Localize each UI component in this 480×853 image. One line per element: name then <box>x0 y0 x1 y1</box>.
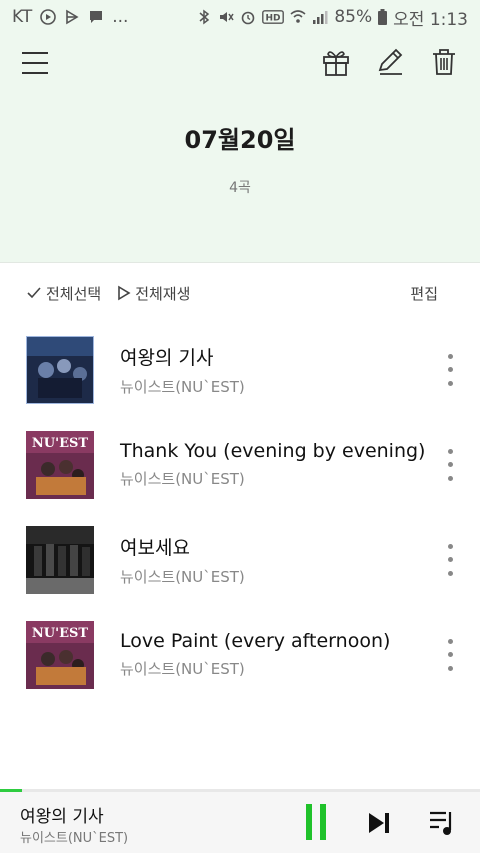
menu-button[interactable] <box>22 50 52 76</box>
select-all-button[interactable]: 전체선택 <box>26 283 101 304</box>
now-playing-artist: 뉴이스트(NU`EST) <box>20 831 129 846</box>
list-item[interactable]: NU'EST Thank You (evening by evening) 뉴이… <box>0 417 480 512</box>
track-list: 여왕의 기사 뉴이스트(NU`EST) NU'EST Thank You (ev… <box>0 322 480 702</box>
list-item[interactable]: 여왕의 기사 뉴이스트(NU`EST) <box>0 322 480 417</box>
list-toolbar: 전체선택 전체재생 편집 <box>0 264 480 322</box>
list-item[interactable]: NU'EST Love Paint (every afternoon) 뉴이스트… <box>0 607 480 702</box>
header-actions <box>320 46 460 78</box>
mute-icon <box>220 12 234 22</box>
track-artist: 뉴이스트(NU`EST) <box>120 567 245 586</box>
play-notification-icon <box>40 9 57 25</box>
edit-label: 편집 <box>410 284 438 303</box>
more-options-button[interactable] <box>442 543 458 576</box>
playback-progress-fill <box>0 789 22 792</box>
battery-percent: 85% <box>334 7 373 27</box>
more-dot <box>447 380 453 386</box>
track-info: Love Paint (every afternoon) 뉴이스트(NU`EST… <box>120 630 420 679</box>
gift-icon[interactable] <box>320 46 352 78</box>
album-art <box>26 525 94 594</box>
hd-voice-icon: HD <box>262 10 285 24</box>
alarm-icon <box>242 11 255 25</box>
more-dot <box>447 367 453 372</box>
song-count: 4곡 <box>229 180 251 196</box>
check-icon <box>27 287 41 299</box>
pause-icon-bar <box>306 804 312 840</box>
more-dot <box>447 543 453 549</box>
album-art: NU'EST <box>26 430 94 499</box>
clock: 오전 1:13 <box>393 9 468 30</box>
carrier-label: KT <box>12 7 33 27</box>
list-item[interactable]: 여보세요 뉴이스트(NU`EST) <box>0 512 480 607</box>
store-notification-icon <box>66 9 79 25</box>
more-options-button[interactable] <box>442 638 458 671</box>
track-title: 여보세요 <box>120 536 190 559</box>
edit-button[interactable]: 편집 <box>410 283 438 304</box>
pause-button[interactable] <box>300 804 334 842</box>
trash-icon[interactable] <box>428 46 460 78</box>
track-artist: 뉴이스트(NU`EST) <box>120 470 245 488</box>
signal-icon <box>313 11 328 24</box>
skip-next-icon[interactable] <box>366 810 392 836</box>
wifi-icon <box>290 10 306 23</box>
more-dot <box>447 570 453 576</box>
playlist-title: 07월20일 <box>184 126 296 154</box>
now-playing-title: 여왕의 기사 <box>20 807 104 827</box>
more-dot <box>447 652 453 657</box>
menu-icon-bar <box>22 62 48 64</box>
track-info: Thank You (evening by evening) 뉴이스트(NU`E… <box>120 440 426 489</box>
status-bar: KT ... HD 85% 오전 1:13 <box>0 0 480 34</box>
more-dot <box>447 462 453 467</box>
more-dot <box>447 448 453 454</box>
battery-icon <box>378 9 388 25</box>
track-artist: 뉴이스트(NU`EST) <box>120 377 245 396</box>
menu-icon-bar <box>22 52 48 54</box>
more-dot <box>447 353 453 359</box>
more-dot <box>447 557 453 562</box>
bluetooth-icon <box>199 9 210 25</box>
album-art: NU'EST <box>26 620 94 689</box>
track-title: Thank You (evening by evening) <box>120 440 426 462</box>
mini-player[interactable]: 여왕의 기사 뉴이스트(NU`EST) <box>0 789 480 853</box>
playlist-header: 07월20일 4곡 <box>0 34 480 263</box>
play-all-label: 전체재생 <box>135 284 191 303</box>
track-artist: 뉴이스트(NU`EST) <box>120 660 245 678</box>
track-title: Love Paint (every afternoon) <box>120 630 391 652</box>
select-all-label: 전체선택 <box>46 284 102 303</box>
more-notifications: ... <box>112 7 129 27</box>
album-art <box>26 335 94 404</box>
menu-icon-bar <box>22 72 48 74</box>
playback-progress-bar[interactable] <box>0 789 480 792</box>
svg-text:HD: HD <box>266 14 281 24</box>
track-info: 여보세요 뉴이스트(NU`EST) <box>120 533 420 587</box>
more-dot <box>447 475 453 481</box>
more-dot <box>447 665 453 671</box>
track-title: 여왕의 기사 <box>120 346 214 369</box>
more-options-button[interactable] <box>442 353 458 386</box>
more-options-button[interactable] <box>442 448 458 481</box>
play-all-button[interactable]: 전체재생 <box>117 283 190 304</box>
svg-text:NU'EST: NU'EST <box>32 436 88 451</box>
play-outline-icon <box>118 285 131 301</box>
playlist-queue-icon[interactable] <box>428 808 456 838</box>
track-info: 여왕의 기사 뉴이스트(NU`EST) <box>120 343 420 397</box>
svg-text:NU'EST: NU'EST <box>32 626 88 641</box>
pause-icon-bar <box>320 804 326 840</box>
message-notification-icon <box>90 11 103 23</box>
edit-pencil-icon[interactable] <box>374 46 406 78</box>
more-dot <box>447 638 453 644</box>
